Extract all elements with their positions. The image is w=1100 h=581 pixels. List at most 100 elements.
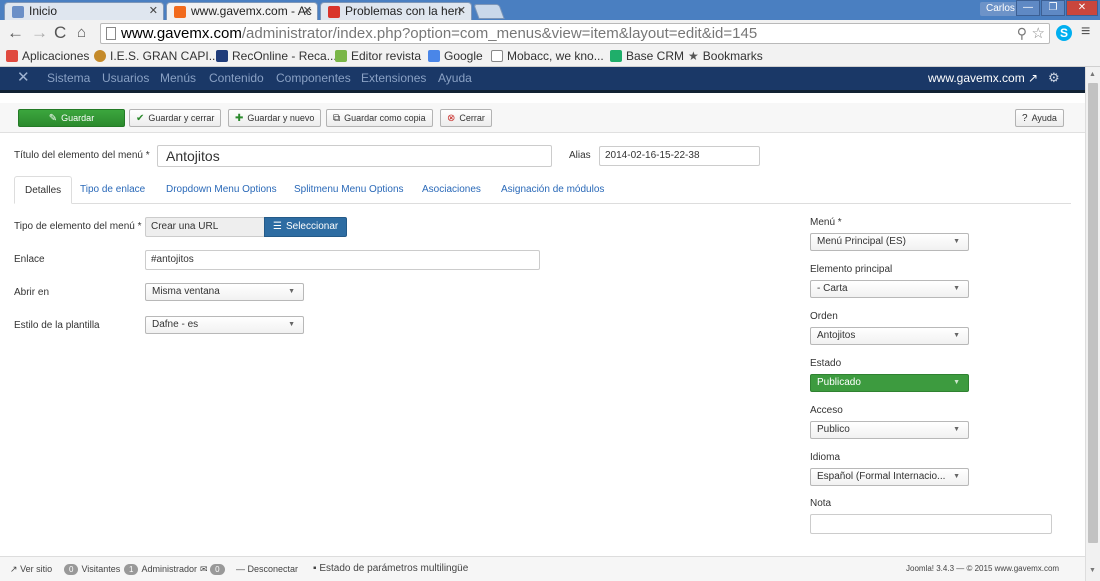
new-tab-button[interactable] <box>473 4 505 19</box>
browser-tab-problemas[interactable]: Problemas con la herr ✕ <box>320 2 472 20</box>
bookmark-mobacc[interactable]: Mobacc, we kno... <box>491 47 604 66</box>
status-bar: ↗ Ver sitio 0 Visitantes 1 Administrador ✉… <box>0 556 1085 581</box>
bookmark-star-icon[interactable]: ☆ <box>1032 24 1045 43</box>
favicon-icon <box>12 6 24 18</box>
chevron-down-icon: ▼ <box>953 426 960 433</box>
scroll-down-icon[interactable]: ▼ <box>1089 567 1096 574</box>
omnibar: ← → C ⌂ www.gavemx.com/administrator/ind… <box>0 20 1100 47</box>
forward-arrow-icon[interactable]: → <box>31 23 48 43</box>
minus-icon: — <box>236 564 245 574</box>
bookmark-ies[interactable]: I.E.S. GRAN CAPI... <box>94 47 219 66</box>
view-site-link[interactable]: ↗ Ver sitio <box>10 557 52 581</box>
bookmark-reconline[interactable]: RecOnline - Reca... <box>216 47 337 66</box>
external-link-icon: ↗ <box>1028 71 1039 85</box>
close-tab-icon[interactable]: ✕ <box>149 3 158 20</box>
template-style-value: Dafne - es <box>152 319 199 330</box>
status-label: Estado <box>810 358 842 369</box>
browser-tab-title: Problemas con la herr <box>345 4 463 18</box>
access-select[interactable]: Publico ▼ <box>810 421 969 439</box>
nav-usuarios[interactable]: Usuarios <box>102 67 149 89</box>
help-button[interactable]: ? Ayuda <box>1015 109 1064 127</box>
view-site-label: Ver sitio <box>20 564 53 574</box>
mail-status[interactable]: ✉ 0 <box>200 557 228 581</box>
select-type-button[interactable]: ☰ Seleccionar <box>264 217 348 237</box>
order-select[interactable]: Antojitos ▼ <box>810 327 969 345</box>
status-select[interactable]: Publicado ▼ <box>810 374 969 392</box>
nav-componentes[interactable]: Componentes <box>276 67 351 89</box>
chevron-down-icon: ▼ <box>288 321 295 328</box>
hamburger-menu-icon[interactable]: ≡ <box>1081 23 1090 41</box>
order-value: Antojitos <box>817 330 856 341</box>
plus-icon: ✚ <box>235 113 244 124</box>
language-label: Idioma <box>810 452 841 463</box>
chevron-down-icon: ▼ <box>288 288 295 295</box>
bookmark-google[interactable]: Google <box>428 47 483 66</box>
bookmark-editor[interactable]: Editor revista <box>335 47 421 66</box>
tab-detalles[interactable]: Detalles <box>14 176 73 204</box>
multilang-label: Estado de parámetros multilingüe <box>319 563 469 574</box>
maximize-button[interactable]: ❐ <box>1041 0 1065 16</box>
address-bar[interactable]: www.gavemx.com/administrator/index.php?o… <box>100 23 1050 44</box>
link-input[interactable]: #antojitos <box>145 250 540 270</box>
page-icon <box>106 27 116 40</box>
back-arrow-icon[interactable]: ← <box>7 23 24 43</box>
url-path: /administrator/index.php?option=com_menu… <box>241 25 758 42</box>
alias-input[interactable]: 2014-02-16-15-22-38 <box>599 146 760 166</box>
tab-dropdown-options[interactable]: Dropdown Menu Options <box>156 176 287 204</box>
browser-tab-inicio[interactable]: Inicio ✕ <box>4 2 164 20</box>
browser-user-chip[interactable]: Carlos <box>980 2 1021 16</box>
favicon-icon <box>328 6 340 18</box>
save-button[interactable]: ✎ Guardar <box>18 109 125 127</box>
parent-select[interactable]: - Carta ▼ <box>810 280 969 298</box>
multilang-status-link[interactable]: ▪ Estado de parámetros multilingüe <box>313 557 468 581</box>
gear-icon[interactable]: ⚙ <box>1048 67 1060 89</box>
zoom-icon[interactable]: ⚲ <box>1017 24 1027 43</box>
skype-extension-icon[interactable]: S <box>1056 25 1072 41</box>
save-copy-button[interactable]: ⧉ Guardar como copia <box>326 109 433 127</box>
nav-extensiones[interactable]: Extensiones <box>361 67 426 89</box>
close-tab-icon[interactable]: ✕ <box>457 3 466 20</box>
version-text: Joomla! 3.4.3 — © 2015 www.gavemx.com <box>906 564 1060 573</box>
scrollbar-thumb[interactable] <box>1088 83 1098 543</box>
note-input[interactable] <box>810 514 1052 534</box>
close-tab-icon[interactable]: ✕ <box>303 3 312 20</box>
save-new-button[interactable]: ✚ Guardar y nuevo <box>228 109 322 127</box>
language-select[interactable]: Español (Formal Internacio... ▼ <box>810 468 969 486</box>
site-link[interactable]: www.gavemx.com ↗ <box>928 67 1038 89</box>
nav-menus[interactable]: Menús <box>160 67 196 89</box>
template-style-select[interactable]: Dafne - es ▼ <box>145 316 304 334</box>
tab-splitmenu-options[interactable]: Splitmenu Menu Options <box>284 176 414 204</box>
save-close-button[interactable]: ✔ Guardar y cerrar <box>129 109 222 127</box>
joomla-logo-icon[interactable]: ✕ <box>17 70 30 85</box>
nav-ayuda[interactable]: Ayuda <box>438 67 472 89</box>
title-input[interactable]: Antojitos <box>157 145 552 167</box>
mail-count-badge: 0 <box>210 564 225 575</box>
external-link-icon: ↗ <box>10 564 18 574</box>
reload-icon[interactable]: C <box>54 23 66 43</box>
bookmark-bookmarks[interactable]: ★ Bookmarks <box>688 47 763 66</box>
home-icon[interactable]: ⌂ <box>77 23 86 43</box>
minimize-button[interactable]: — <box>1016 0 1040 16</box>
tab-asignacion-modulos[interactable]: Asignación de módulos <box>491 176 614 204</box>
bookmark-apps[interactable]: Aplicaciones <box>6 47 89 66</box>
visitors-status[interactable]: 0 Visitantes <box>64 557 120 581</box>
logout-link[interactable]: — Desconectar <box>236 557 298 581</box>
bookmarks-bar: Aplicaciones I.E.S. GRAN CAPI... RecOnli… <box>0 47 1100 67</box>
browser-tab-gavemx[interactable]: www.gavemx.com - Ac ✕ <box>166 2 318 20</box>
tab-asociaciones[interactable]: Asociaciones <box>412 176 491 204</box>
close-window-button[interactable]: ✕ <box>1066 0 1098 16</box>
page-scrollbar[interactable]: ▲ ▼ <box>1085 67 1100 581</box>
open-in-select[interactable]: Misma ventana ▼ <box>145 283 304 301</box>
ies-icon <box>94 50 106 62</box>
nav-sistema[interactable]: Sistema <box>47 67 90 89</box>
menu-select[interactable]: Menú Principal (ES) ▼ <box>810 233 969 251</box>
chevron-down-icon: ▼ <box>953 379 960 386</box>
question-circle-icon: ? <box>1022 113 1028 124</box>
close-button[interactable]: ⊗ Cerrar <box>440 109 492 127</box>
logout-label: Desconectar <box>247 564 299 574</box>
scroll-up-icon[interactable]: ▲ <box>1089 71 1096 78</box>
tab-tipo-enlace[interactable]: Tipo de enlace <box>70 176 155 204</box>
bookmark-basecrm[interactable]: Base CRM <box>610 47 684 66</box>
admin-status[interactable]: 1 Administrador <box>124 557 197 581</box>
nav-contenido[interactable]: Contenido <box>209 67 264 89</box>
